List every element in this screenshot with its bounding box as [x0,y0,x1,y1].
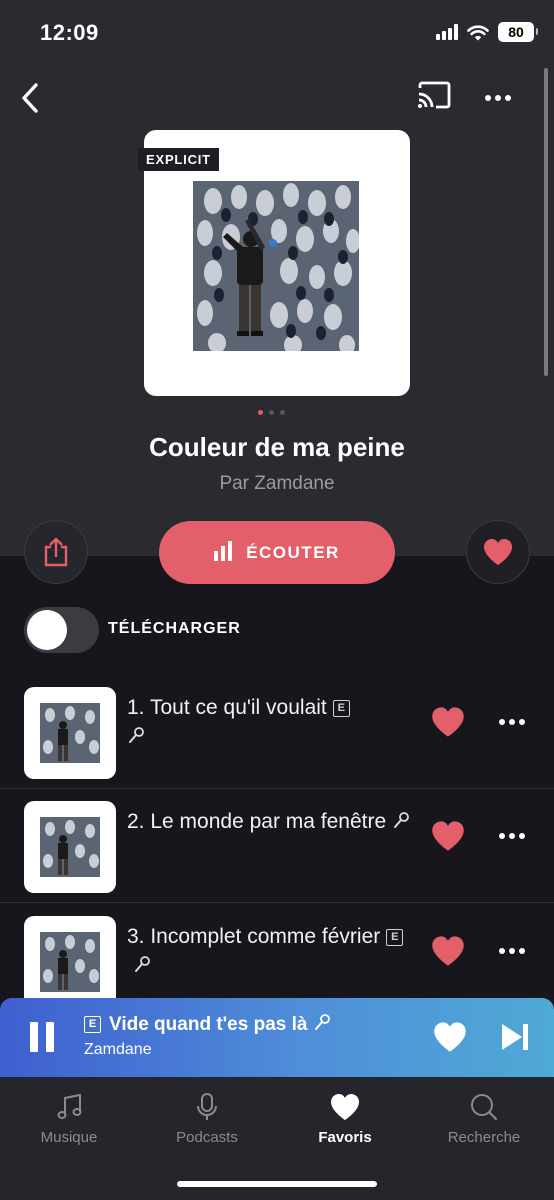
lyrics-icon [135,956,150,972]
tab-label: Recherche [447,1129,521,1146]
track-row[interactable]: 2. Le monde par ma fenêtre [0,789,554,903]
tab-music[interactable]: Musique [14,1091,124,1146]
lyrics-icon [394,812,410,828]
track-title-text: 3. Incomplet comme février [127,925,381,948]
cast-icon [418,81,451,109]
microphone-icon [197,1093,217,1120]
music-note-icon [57,1093,82,1119]
track-row[interactable]: 1. Tout ce qu'il voulait E [0,675,554,789]
tab-label: Musique [40,1129,98,1146]
share-button[interactable] [24,520,88,584]
track-title: 3. Incomplet comme février E [127,922,417,980]
tab-label: Podcasts [176,1129,238,1146]
explicit-badge: E [84,1015,101,1033]
battery-indicator: 80 [498,22,538,42]
chevron-left-icon [22,83,38,113]
track-thumbnail [24,687,116,779]
track-title-text: 1. Tout ce qu'il voulait [127,696,327,719]
listen-button[interactable]: ÉCOUTER [159,521,395,584]
pause-button[interactable] [30,1022,54,1052]
track-title: 2. Le monde par ma fenêtre [127,807,417,836]
status-time: 12:09 [40,20,99,45]
now-playing-title-text: Vide quand t'es pas là [109,1014,308,1035]
equalizer-icon [214,540,233,561]
track-like-button[interactable] [430,705,466,739]
album-artwork [193,181,359,351]
more-options-button[interactable] [478,80,518,116]
mini-player[interactable]: E Vide quand t'es pas là Zamdane [0,998,554,1077]
download-toggle-knob [27,610,67,650]
now-playing-like-button[interactable] [432,1020,468,1054]
now-playing-title: E Vide quand t'es pas là [84,1013,331,1036]
scroll-indicator [544,68,548,376]
heart-icon [484,539,512,565]
wifi-icon [467,24,489,40]
share-icon [44,537,68,567]
explicit-badge: E [386,929,404,946]
tab-favorites[interactable]: Favoris [290,1091,400,1146]
status-icons: 80 [436,22,538,42]
track-title: 1. Tout ce qu'il voulait E [127,693,417,751]
tab-podcasts[interactable]: Podcasts [152,1091,262,1146]
favorite-album-button[interactable] [466,520,530,584]
track-title-text: 2. Le monde par ma fenêtre [127,810,387,833]
more-horizontal-icon [485,95,491,101]
cover-page-indicator [258,410,285,415]
heart-icon [331,1094,359,1120]
album-artist[interactable]: Par Zamdane [0,473,554,495]
tab-label: Favoris [318,1129,372,1146]
search-icon [471,1094,497,1120]
track-more-button[interactable] [494,934,530,968]
listen-label: ÉCOUTER [246,542,340,562]
signal-icon [436,24,458,40]
cast-button[interactable] [416,80,456,116]
lyrics-icon [315,1014,331,1030]
track-more-button[interactable] [494,705,530,739]
explicit-label: EXPLICIT [138,148,219,171]
skip-next-button[interactable] [498,1020,532,1054]
track-like-button[interactable] [430,934,466,968]
album-title: Couleur de ma peine [149,432,405,462]
download-toggle[interactable] [24,607,99,653]
pause-icon [30,1022,38,1052]
back-button[interactable] [10,78,50,118]
track-more-button[interactable] [494,819,530,853]
home-indicator [177,1181,377,1187]
download-label: TÉLÉCHARGER [108,620,241,637]
lyrics-icon [129,727,144,743]
now-playing-artist: Zamdane [84,1041,152,1058]
tab-search[interactable]: Recherche [429,1091,539,1146]
track-like-button[interactable] [430,819,466,853]
explicit-badge: E [332,700,350,717]
track-thumbnail [24,916,116,1008]
track-thumbnail [24,801,116,893]
